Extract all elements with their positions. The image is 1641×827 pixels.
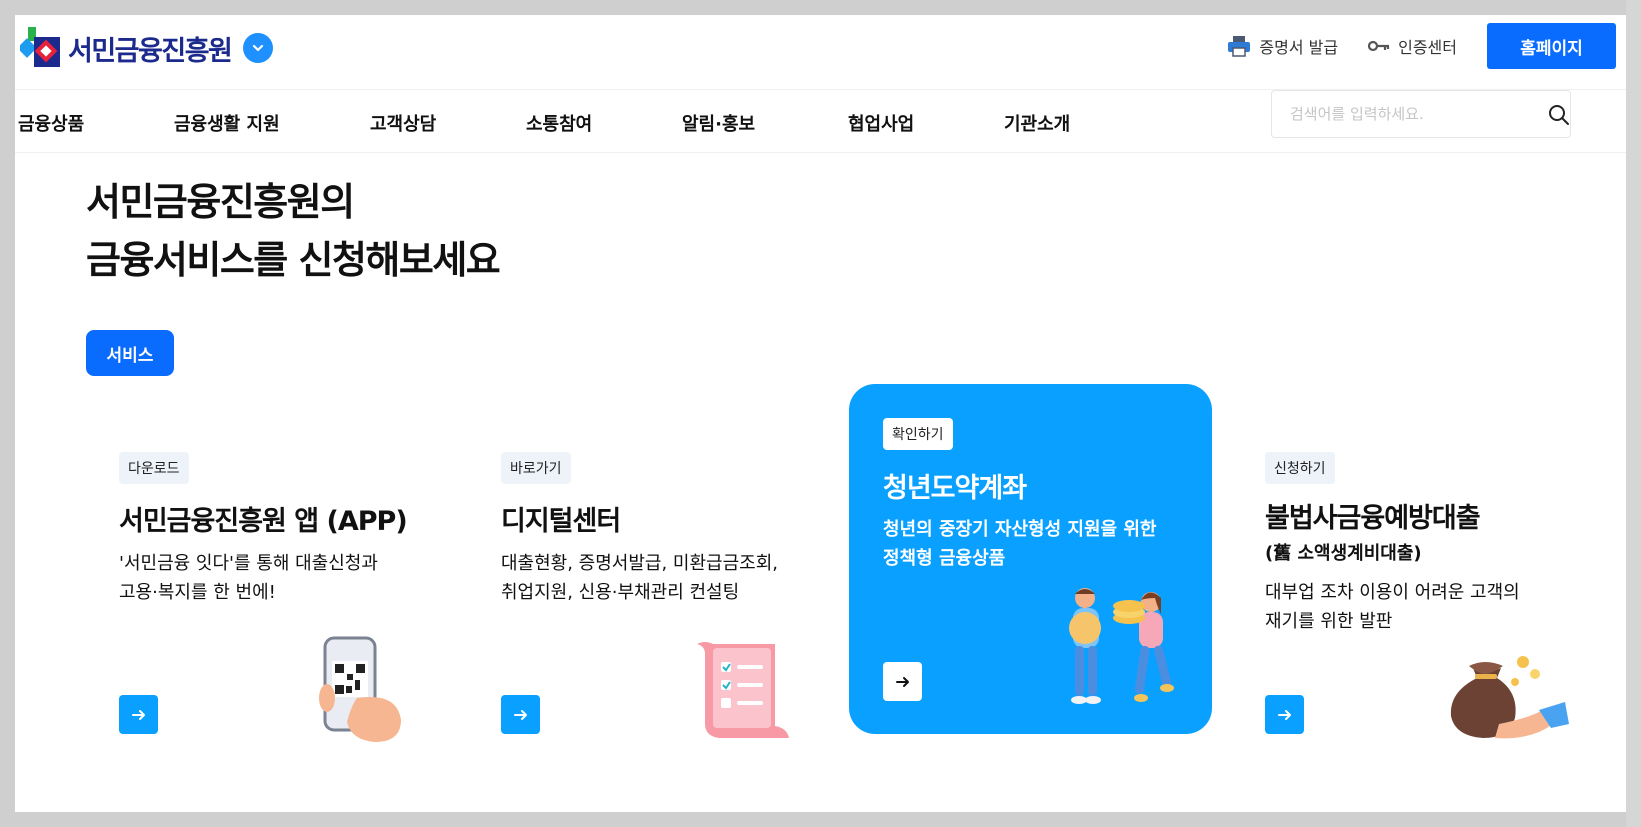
auth-center-label: 인증센터 <box>1398 38 1457 57</box>
card-desc-line2: 취업지원, 신용·부채관리 컨설팅 <box>501 582 740 603</box>
utility-links: 증명서 발급 인증센터 홈페이지 <box>1227 23 1616 69</box>
card-desc-line1: 청년의 중장기 자산형성 지원을 위한 <box>883 519 1157 540</box>
arrow-right-icon <box>895 676 909 687</box>
card-desc-line2: 정책형 금융상품 <box>883 548 1006 569</box>
card-desc-line1: 대부업 조차 이용이 어려운 고객의 <box>1265 582 1520 603</box>
arrow-right-icon <box>513 709 527 720</box>
browser-viewport: 서민금융진흥원 증명서 발급 인증센터 홈페이지 금융상품 금융생활 지원 고객… <box>15 15 1626 812</box>
card-desc-line1: '서민금융 잇다'를 통해 대출신청과 <box>119 553 378 574</box>
top-header: 서민금융진흥원 증명서 발급 인증센터 홈페이지 <box>15 15 1626 90</box>
card-badge: 신청하기 <box>1265 452 1335 484</box>
hero-title: 서민금융진흥원의 금융서비스를 신청해보세요 <box>86 173 501 289</box>
money-bag-hand-illustration <box>1439 644 1569 748</box>
homepage-button[interactable]: 홈페이지 <box>1487 23 1616 69</box>
card-desc-line2: 고용·복지를 한 번에! <box>119 582 276 603</box>
hero-title-line1: 서민금융진흥원의 <box>86 180 355 224</box>
site-logo[interactable]: 서민금융진흥원 <box>17 27 274 69</box>
card-subtitle: (舊 소액생계비대출) <box>1265 543 1422 564</box>
card-badge: 바로가기 <box>501 452 571 484</box>
card-arrow-button[interactable] <box>501 695 540 734</box>
nav-item-customer-counseling[interactable]: 고객상담 <box>370 110 436 136</box>
document-checklist-illustration <box>695 640 791 748</box>
nav-item-communication[interactable]: 소통참여 <box>526 110 592 136</box>
card-desc-line1: 대출현황, 증명서발급, 미환급금조회, <box>501 553 779 574</box>
nav-item-financial-products[interactable]: 금융상품 <box>18 110 84 136</box>
key-icon <box>1368 40 1390 52</box>
arrow-right-icon <box>1277 709 1291 720</box>
card-arrow-button[interactable] <box>119 695 158 734</box>
card-badge: 다운로드 <box>119 452 189 484</box>
card-desc-line2: 재기를 위한 발판 <box>1265 611 1393 632</box>
logo-mark-icon <box>17 27 62 69</box>
nav-item-news-pr[interactable]: 알림·홍보 <box>682 110 755 136</box>
certificate-issue-link[interactable]: 증명서 발급 <box>1227 34 1338 58</box>
auth-center-link[interactable]: 인증센터 <box>1368 34 1457 58</box>
card-title: 디지털센터 <box>501 506 621 537</box>
service-card-app[interactable]: 다운로드 서민금융진흥원 앱 (APP) '서민금융 잇다'를 통해 대출신청과… <box>85 384 448 742</box>
hero-title-line2: 금융서비스를 신청해보세요 <box>86 238 501 282</box>
phone-qr-illustration <box>317 636 407 748</box>
search-icon[interactable] <box>1548 104 1570 126</box>
nav-item-cooperation[interactable]: 협업사업 <box>848 110 914 136</box>
nav-item-about[interactable]: 기관소개 <box>1004 110 1070 136</box>
young-couple-coins-illustration <box>1049 584 1179 718</box>
card-arrow-button[interactable] <box>1265 695 1304 734</box>
logo-text: 서민금융진흥원 <box>68 35 233 67</box>
card-title: 서민금융진흥원 앱 (APP) <box>119 506 408 537</box>
logo-dropdown-button[interactable] <box>243 33 274 63</box>
printer-icon <box>1228 36 1251 57</box>
card-title: 불법사금융예방대출 <box>1265 503 1481 534</box>
search-box <box>1271 90 1571 138</box>
search-input[interactable] <box>1272 105 1512 123</box>
arrow-right-icon <box>131 709 145 720</box>
window-scrollbar-area[interactable] <box>1626 0 1641 827</box>
chevron-down-icon <box>253 44 264 52</box>
card-arrow-button[interactable] <box>883 662 922 701</box>
certificate-issue-label: 증명서 발급 <box>1259 38 1339 57</box>
card-badge: 확인하기 <box>883 418 953 450</box>
service-card-digital-center[interactable]: 바로가기 디지털센터 대출현황, 증명서발급, 미환급금조회, 취업지원, 신용… <box>467 384 830 738</box>
nav-item-financial-life-support[interactable]: 금융생활 지원 <box>174 110 280 136</box>
tab-service[interactable]: 서비스 <box>86 330 174 376</box>
service-card-illegal-loan-prevention[interactable]: 신청하기 불법사금융예방대출 (舊 소액생계비대출) 대부업 조차 이용이 어려… <box>1231 384 1626 739</box>
service-card-youth-account[interactable]: 확인하기 청년도약계좌 청년의 중장기 자산형성 지원을 위한 정책형 금융상품 <box>849 384 1212 734</box>
card-title: 청년도약계좌 <box>883 473 1027 504</box>
